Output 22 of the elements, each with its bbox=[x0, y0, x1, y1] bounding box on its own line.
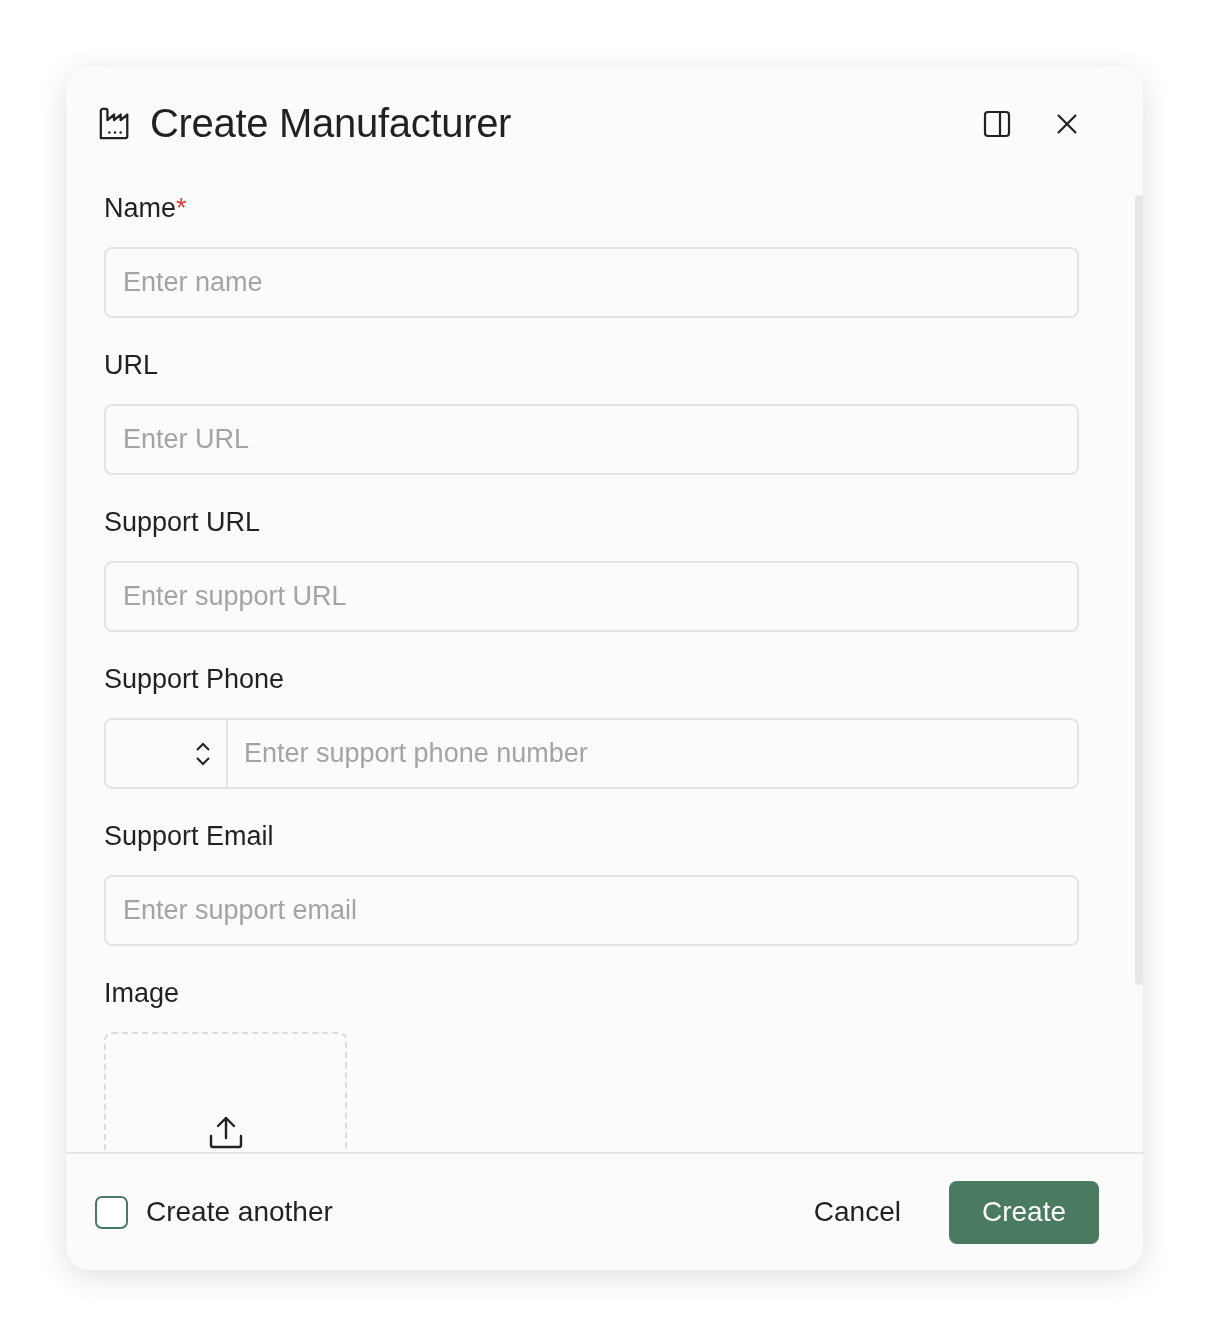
field-label: Name bbox=[104, 192, 177, 224]
cancel-button[interactable]: Cancel bbox=[797, 1180, 917, 1244]
input-field[interactable]: Enter name bbox=[104, 247, 1079, 318]
phone-field[interactable]: Enter support phone number bbox=[104, 718, 1079, 789]
field-label: Image bbox=[104, 977, 180, 1009]
dialog-title: Create Manufacturer bbox=[150, 101, 512, 146]
input-field[interactable]: Enter support email bbox=[104, 875, 1079, 946]
create-button[interactable]: Create bbox=[949, 1180, 1099, 1244]
field-label: Support URL bbox=[104, 506, 261, 538]
input-field[interactable]: Enter URL bbox=[104, 404, 1079, 475]
input-field[interactable]: Enter support URL bbox=[104, 561, 1079, 632]
checkbox-label: Create another bbox=[146, 1196, 333, 1228]
field-label: Support Email bbox=[104, 820, 274, 852]
phone-number-input[interactable]: Enter support phone number bbox=[228, 720, 1077, 787]
required-mark: * bbox=[176, 192, 187, 224]
side-panel-icon bbox=[983, 109, 1011, 138]
upload-icon bbox=[207, 1114, 244, 1150]
chevrons-icon bbox=[194, 740, 212, 767]
field-label: URL bbox=[104, 349, 158, 381]
checkbox[interactable] bbox=[95, 1195, 128, 1229]
field-label: Support Phone bbox=[104, 663, 285, 695]
close-icon bbox=[1055, 111, 1079, 136]
